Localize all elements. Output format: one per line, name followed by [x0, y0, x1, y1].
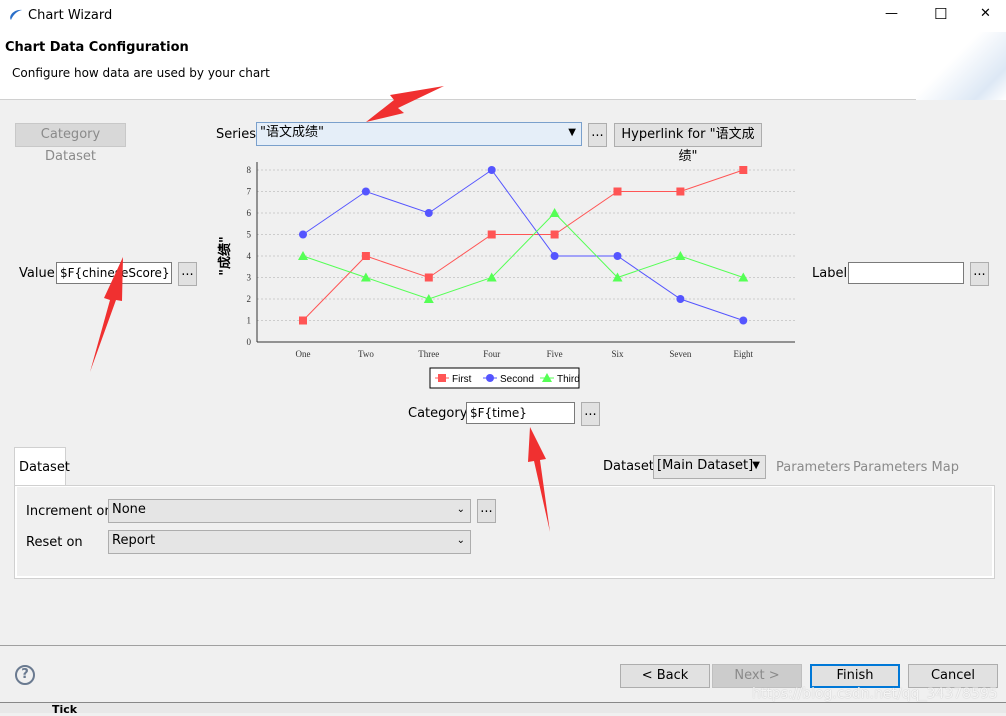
chart-preview: 0 1 2 3 4 5 6 7 8 One Two Three Four Five Six Seven Eigh… [217, 162, 795, 389]
app-logo-icon [10, 9, 22, 20]
y-tick-label: 4 [247, 251, 252, 261]
series-expression-button[interactable]: ... [588, 123, 607, 147]
data-point-second [676, 295, 685, 303]
data-point-second [299, 230, 307, 239]
chevron-down-icon: ⌄ [456, 504, 465, 515]
data-point-first [299, 316, 307, 325]
legend-label-third: Third [557, 374, 580, 385]
title-bar: Chart Wizard — ☐ ✕ [0, 0, 1006, 32]
chevron-down-icon: ⌄ [456, 535, 465, 546]
increment-on-select[interactable]: None ⌄ [108, 499, 471, 523]
legend-marker [438, 374, 446, 382]
data-point-second [487, 166, 496, 174]
y-tick-label: 5 [247, 230, 252, 240]
dataset-value: [Main Dataset] [657, 458, 754, 473]
y-tick-label: 6 [247, 208, 252, 218]
data-point-second [361, 187, 370, 196]
page-subtitle: Configure how data are used by your char… [12, 66, 270, 80]
y-tick-label: 3 [247, 273, 252, 283]
back-button[interactable]: < Back [620, 664, 710, 688]
y-axis-label: "成绩" [217, 236, 233, 276]
watermark: https://blog.csdn.net/qq_34378595 [752, 686, 998, 702]
chevron-down-icon: ▼ [568, 127, 576, 138]
category-label: Category [408, 406, 468, 421]
y-tick-label: 8 [247, 165, 252, 175]
category-expression-input[interactable]: $F{time} [466, 402, 575, 424]
reset-on-label: Reset on [26, 535, 83, 550]
series-select[interactable]: "语文成绩" ▼ [256, 122, 582, 146]
parameters-link[interactable]: Parameters [776, 460, 850, 475]
increment-value: None [112, 502, 146, 517]
window-title: Chart Wizard [28, 8, 113, 23]
data-point-second [613, 252, 622, 260]
background-text: Tick [52, 703, 78, 716]
data-point-first [676, 187, 685, 196]
data-point-first [424, 273, 433, 282]
y-tick-label: 7 [247, 187, 252, 197]
label-expression-input[interactable] [848, 262, 964, 284]
x-tick-label: Eight [734, 349, 754, 359]
chevron-down-icon: ▼ [752, 460, 760, 471]
finish-button[interactable]: Finish [810, 664, 900, 688]
data-point-second [739, 316, 748, 325]
x-tick-label: Six [611, 349, 624, 359]
increment-expression-button[interactable]: ... [477, 499, 496, 523]
reset-on-select[interactable]: Report ⌄ [108, 530, 471, 554]
legend-label-second: Second [500, 374, 534, 385]
cancel-button[interactable]: Cancel [908, 664, 998, 688]
tab-dataset[interactable]: Dataset [14, 447, 70, 486]
footer-divider [0, 645, 1006, 646]
parameters-map-link[interactable]: Parameters Map [853, 460, 959, 475]
x-tick-label: One [296, 349, 311, 359]
header-decoration [916, 32, 1006, 100]
minimize-button[interactable]: — [885, 6, 898, 21]
data-point-first [361, 252, 370, 260]
page-title: Chart Data Configuration [5, 40, 189, 55]
x-tick-label: Four [483, 349, 500, 359]
y-tick-label: 2 [247, 294, 252, 304]
close-button[interactable]: ✕ [980, 6, 991, 21]
legend-marker [486, 374, 494, 382]
value-label: Value [19, 266, 55, 281]
data-point-third [675, 251, 686, 260]
data-point-first [550, 230, 559, 239]
maximize-button[interactable]: ☐ [934, 5, 947, 23]
label-label: Label [812, 266, 848, 281]
help-icon[interactable]: ? [15, 665, 35, 685]
x-tick-label: Five [547, 349, 563, 359]
next-button[interactable]: Next > [712, 664, 802, 688]
series-hyperlink-button[interactable]: Hyperlink for "语文成绩" [614, 123, 762, 164]
value-expression-button[interactable]: ... [178, 262, 197, 286]
data-point-first [487, 230, 496, 239]
dataset-label: Dataset [603, 459, 654, 474]
x-tick-label: Seven [669, 349, 691, 359]
data-point-first [613, 187, 622, 196]
legend-label-first: First [452, 374, 472, 385]
y-tick-label: 0 [247, 337, 252, 347]
data-point-second [424, 209, 433, 217]
data-point-first [739, 166, 748, 174]
increment-on-label: Increment on [26, 504, 113, 519]
wizard-header: Chart Data Configuration Configure how d… [0, 32, 1006, 100]
value-expression-input[interactable]: $F{chineseScore} [56, 262, 172, 284]
y-tick-label: 1 [247, 316, 252, 326]
background-window: Tick [0, 702, 1006, 716]
series-value: "语文成绩" [260, 125, 324, 140]
reset-value: Report [112, 533, 156, 548]
category-dataset-button[interactable]: Category Dataset [15, 123, 126, 164]
x-tick-label: Two [358, 349, 374, 359]
label-expression-button[interactable]: ... [970, 262, 989, 286]
data-point-second [550, 252, 559, 260]
dataset-select[interactable]: [Main Dataset] ▼ [653, 455, 766, 479]
category-expression-button[interactable]: ... [581, 402, 600, 426]
x-tick-label: Three [418, 349, 439, 359]
series-label: Series [216, 127, 256, 142]
